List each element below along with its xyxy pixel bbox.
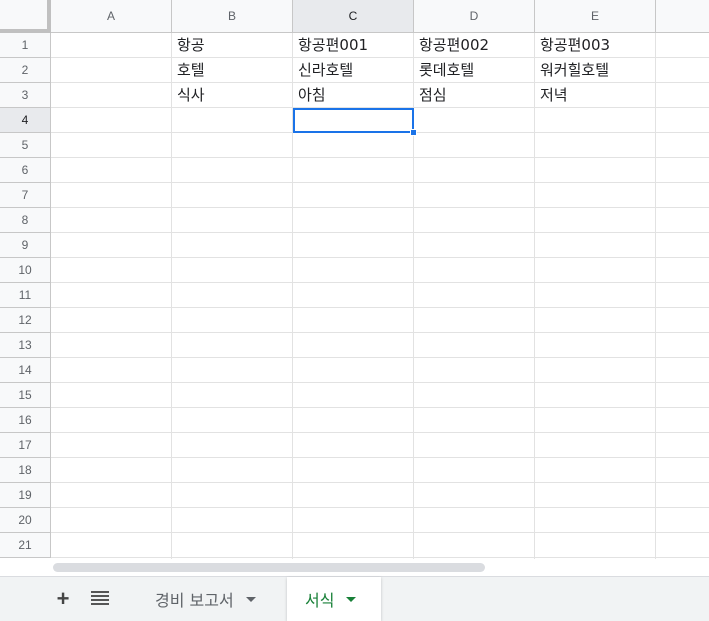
gridline: [51, 232, 709, 233]
gridline: [51, 257, 709, 258]
column-header-a[interactable]: A: [51, 0, 172, 33]
row-header-11[interactable]: 11: [0, 283, 51, 308]
sheet-tab-label: 서식: [305, 591, 335, 610]
gridline: [51, 282, 709, 283]
gridline: [51, 357, 709, 358]
cell-e3[interactable]: 저녁: [535, 83, 568, 108]
gridline: [51, 457, 709, 458]
row-header-3[interactable]: 3: [0, 83, 51, 108]
cell-b1[interactable]: 항공: [172, 33, 205, 58]
row-header-19[interactable]: 19: [0, 483, 51, 508]
column-header-c[interactable]: C: [293, 0, 414, 33]
gridline: [51, 332, 709, 333]
gridline: [51, 432, 709, 433]
cell-e1[interactable]: 항공편003: [535, 33, 610, 58]
gridline: [51, 182, 709, 183]
cell-c1[interactable]: 항공편001: [293, 33, 368, 58]
sheet-tab-label: 경비 보고서: [155, 591, 234, 610]
gridline: [51, 207, 709, 208]
gridline: [51, 507, 709, 508]
gridline: [51, 57, 709, 58]
gridline: [655, 33, 656, 560]
column-header-d[interactable]: D: [414, 0, 535, 33]
spreadsheet-grid: A B C D E 1 2 3 4 5 6 7 8 9 10 11 12 13 …: [0, 0, 709, 576]
caret-down-icon[interactable]: [346, 596, 357, 602]
cell-c3[interactable]: 아침: [293, 83, 326, 108]
caret-down-icon[interactable]: [245, 596, 256, 602]
row-header-9[interactable]: 9: [0, 233, 51, 258]
column-header-b[interactable]: B: [172, 0, 293, 33]
row-header-2[interactable]: 2: [0, 58, 51, 83]
gridline: [51, 532, 709, 533]
row-header-7[interactable]: 7: [0, 183, 51, 208]
row-header-12[interactable]: 12: [0, 308, 51, 333]
plus-icon[interactable]: +: [52, 587, 74, 611]
cell-d1[interactable]: 항공편002: [414, 33, 489, 58]
gridline: [171, 33, 172, 560]
gridline: [534, 33, 535, 560]
cell-d3[interactable]: 점심: [414, 83, 447, 108]
column-header-e[interactable]: E: [535, 0, 656, 33]
gridline: [51, 407, 709, 408]
list-icon[interactable]: [91, 591, 109, 605]
selected-cell-c4[interactable]: [293, 108, 414, 133]
gridline: [51, 482, 709, 483]
row-header-5[interactable]: 5: [0, 133, 51, 158]
gridline: [51, 307, 709, 308]
cell-b2[interactable]: 호텔: [172, 58, 205, 83]
row-header-17[interactable]: 17: [0, 433, 51, 458]
sheet-tab-bar: + 경비 보고서 서식: [0, 576, 709, 621]
row-header-21[interactable]: 21: [0, 533, 51, 558]
fill-handle[interactable]: [410, 129, 417, 136]
column-headers: A B C D E: [51, 0, 709, 33]
column-header-f[interactable]: [656, 0, 709, 33]
gridline: [51, 157, 709, 158]
gridline: [51, 557, 709, 558]
cell-area[interactable]: 항공 항공편001 항공편002 항공편003 호텔 신라호텔 롯데호텔 워커힐…: [51, 33, 709, 573]
gridline: [51, 82, 709, 83]
row-header-10[interactable]: 10: [0, 258, 51, 283]
gridline: [51, 382, 709, 383]
row-header-14[interactable]: 14: [0, 358, 51, 383]
row-header-15[interactable]: 15: [0, 383, 51, 408]
cell-b3[interactable]: 식사: [172, 83, 205, 108]
row-header-13[interactable]: 13: [0, 333, 51, 358]
row-header-4[interactable]: 4: [0, 108, 51, 133]
horizontal-scrollbar[interactable]: [51, 559, 709, 576]
sheet-tab-expense-report[interactable]: 경비 보고서: [137, 577, 274, 621]
row-header-8[interactable]: 8: [0, 208, 51, 233]
scrollbar-thumb[interactable]: [53, 563, 485, 572]
row-header-20[interactable]: 20: [0, 508, 51, 533]
cell-d2[interactable]: 롯데호텔: [414, 58, 474, 83]
select-all-corner[interactable]: [0, 0, 51, 33]
row-header-6[interactable]: 6: [0, 158, 51, 183]
sheet-tab-format[interactable]: 서식: [287, 577, 381, 621]
cell-e2[interactable]: 워커힐호텔: [535, 58, 609, 83]
cell-c2[interactable]: 신라호텔: [293, 58, 353, 83]
row-header-16[interactable]: 16: [0, 408, 51, 433]
row-header-18[interactable]: 18: [0, 458, 51, 483]
row-header-1[interactable]: 1: [0, 33, 51, 58]
